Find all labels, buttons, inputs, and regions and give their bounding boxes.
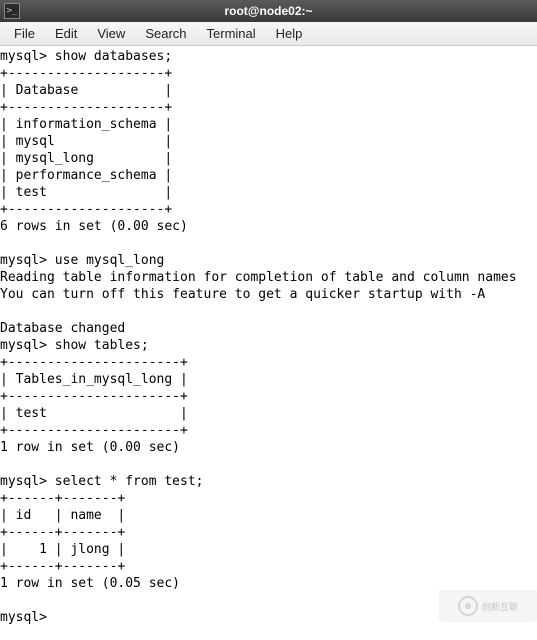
watermark-logo: 创新互联 <box>439 590 537 622</box>
watermark-icon <box>458 596 478 616</box>
menu-view[interactable]: View <box>87 24 135 43</box>
menu-file[interactable]: File <box>4 24 45 43</box>
menubar: File Edit View Search Terminal Help <box>0 22 537 46</box>
menu-search[interactable]: Search <box>135 24 196 43</box>
menu-help[interactable]: Help <box>266 24 313 43</box>
terminal-output[interactable]: mysql> show databases; +----------------… <box>0 46 537 626</box>
watermark-text: 创新互联 <box>482 600 518 613</box>
menu-terminal[interactable]: Terminal <box>197 24 266 43</box>
window-titlebar: >_ root@node02:~ <box>0 0 537 22</box>
terminal-icon: >_ <box>4 3 20 19</box>
menu-edit[interactable]: Edit <box>45 24 87 43</box>
window-title: root@node02:~ <box>224 4 312 18</box>
